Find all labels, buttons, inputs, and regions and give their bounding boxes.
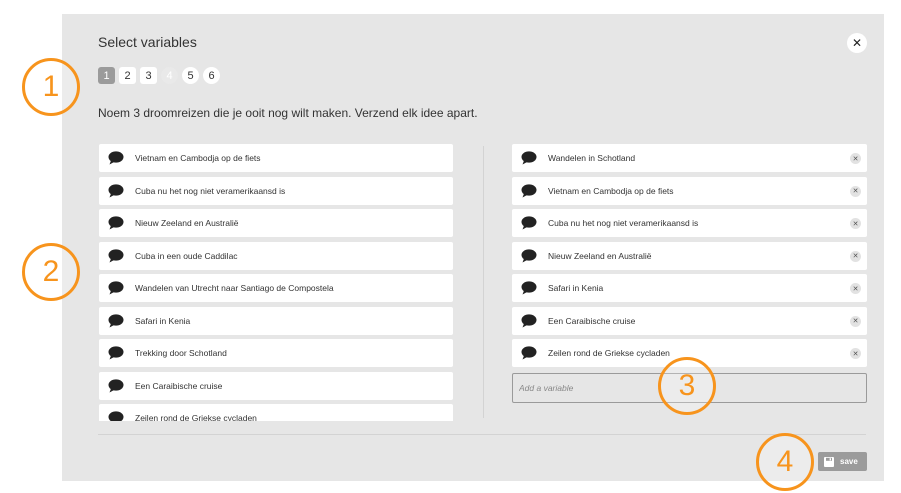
selected-variable-item[interactable]: Safari in Kenia ✕ — [512, 274, 867, 302]
speech-bubble-icon — [521, 313, 537, 327]
available-variable-item[interactable]: Cuba in een oude Caddilac — [99, 241, 453, 270]
select-variables-dialog: Select variables ✕ 1 2 3 4 5 6 Noem 3 dr… — [62, 14, 884, 481]
variable-label: Cuba nu het nog niet veramerikaansd is — [548, 218, 699, 228]
remove-icon[interactable]: ✕ — [850, 218, 861, 229]
variable-label: Safari in Kenia — [548, 283, 604, 293]
callout-1: 1 — [22, 58, 80, 116]
close-icon: ✕ — [851, 36, 863, 50]
variable-label: Nieuw Zeeland en Australië — [548, 250, 652, 261]
close-button[interactable]: ✕ — [847, 33, 867, 53]
available-variable-item[interactable]: Wandelen van Utrecht naar Santiago de Co… — [99, 274, 453, 302]
variable-label: Wandelen van Utrecht naar Santiago de Co… — [135, 283, 334, 293]
callout-2: 2 — [22, 243, 80, 301]
speech-bubble-icon — [108, 281, 124, 295]
instruction-text: Noem 3 droomreizen die je ooit nog wilt … — [98, 106, 478, 120]
selected-variable-item[interactable]: Vietnam en Cambodja op de fiets ✕ — [512, 176, 867, 205]
page-3-button[interactable]: 3 — [140, 67, 157, 84]
column-divider — [483, 146, 484, 418]
dialog-title: Select variables — [98, 34, 197, 50]
available-variable-item[interactable]: Vietnam en Cambodja op de fiets — [99, 144, 453, 172]
variable-label: Een Caraibische cruise — [135, 380, 223, 391]
page-2-button[interactable]: 2 — [119, 67, 136, 84]
selected-variable-item[interactable]: Wandelen in Schotland ✕ — [512, 144, 867, 172]
footer-divider — [98, 434, 866, 435]
speech-bubble-icon — [521, 216, 537, 230]
speech-bubble-icon — [108, 183, 124, 197]
speech-bubble-icon — [108, 216, 124, 230]
save-button[interactable]: save — [818, 452, 867, 471]
pagination: 1 2 3 4 5 6 — [98, 67, 220, 84]
variable-label: Een Caraibische cruise — [548, 315, 636, 326]
speech-bubble-icon — [521, 346, 537, 360]
selected-variables-list: Wandelen in Schotland ✕ Vietnam en Cambodj… — [512, 144, 867, 367]
available-variable-item[interactable]: Cuba nu het nog niet veramerikaansd is — [99, 176, 453, 205]
available-variable-item[interactable]: Nieuw Zeeland en Australië — [99, 209, 453, 237]
speech-bubble-icon — [521, 183, 537, 197]
variable-label: Zeilen rond de Griekse cycladen — [548, 348, 670, 358]
speech-bubble-icon — [108, 346, 124, 360]
callout-3: 3 — [658, 357, 716, 415]
variable-label: Wandelen in Schotland — [548, 153, 636, 163]
speech-bubble-icon — [521, 248, 537, 262]
page-4-button: 4 — [161, 67, 178, 84]
variable-label: Zeilen rond de Griekse cycladen — [135, 413, 257, 421]
variable-label: Vietnam en Cambodja op de fiets — [135, 153, 261, 163]
available-variable-item[interactable]: Zeilen rond de Griekse cycladen — [99, 404, 453, 421]
remove-icon[interactable]: ✕ — [850, 283, 861, 294]
page-5-button[interactable]: 5 — [182, 67, 199, 84]
variable-label: Cuba in een oude Caddilac — [135, 250, 238, 261]
page-1-button[interactable]: 1 — [98, 67, 115, 84]
variable-label: Cuba nu het nog niet veramerikaansd is — [135, 185, 286, 196]
variable-label: Safari in Kenia — [135, 315, 191, 326]
variable-label: Vietnam en Cambodja op de fiets — [548, 185, 674, 196]
speech-bubble-icon — [108, 411, 124, 421]
speech-bubble-icon — [521, 281, 537, 295]
speech-bubble-icon — [521, 151, 537, 165]
speech-bubble-icon — [108, 151, 124, 165]
selected-variable-item[interactable]: Een Caraibische cruise ✕ — [512, 306, 867, 335]
save-label: save — [840, 457, 858, 466]
speech-bubble-icon — [108, 378, 124, 392]
page-6-button[interactable]: 6 — [203, 67, 220, 84]
remove-icon[interactable]: ✕ — [850, 250, 861, 262]
speech-bubble-icon — [108, 248, 124, 262]
selected-variable-item[interactable]: Nieuw Zeeland en Australië ✕ — [512, 241, 867, 270]
remove-icon[interactable]: ✕ — [850, 153, 861, 164]
remove-icon[interactable]: ✕ — [850, 315, 861, 327]
selected-variable-item[interactable]: Cuba nu het nog niet veramerikaansd is ✕ — [512, 209, 867, 237]
available-variable-item[interactable]: Een Caraibische cruise — [99, 371, 453, 400]
remove-icon[interactable]: ✕ — [850, 185, 861, 197]
remove-icon[interactable]: ✕ — [850, 348, 861, 359]
variable-label: Trekking door Schotland — [135, 348, 227, 358]
available-variables-list[interactable]: Vietnam en Cambodja op de fiets Cuba nu h… — [99, 144, 453, 421]
available-variable-item[interactable]: Safari in Kenia — [99, 306, 453, 335]
variable-label: Nieuw Zeeland en Australië — [135, 218, 239, 228]
floppy-disk-icon — [824, 456, 834, 467]
speech-bubble-icon — [108, 313, 124, 327]
available-variable-item[interactable]: Trekking door Schotland — [99, 339, 453, 367]
callout-4: 4 — [756, 433, 814, 491]
